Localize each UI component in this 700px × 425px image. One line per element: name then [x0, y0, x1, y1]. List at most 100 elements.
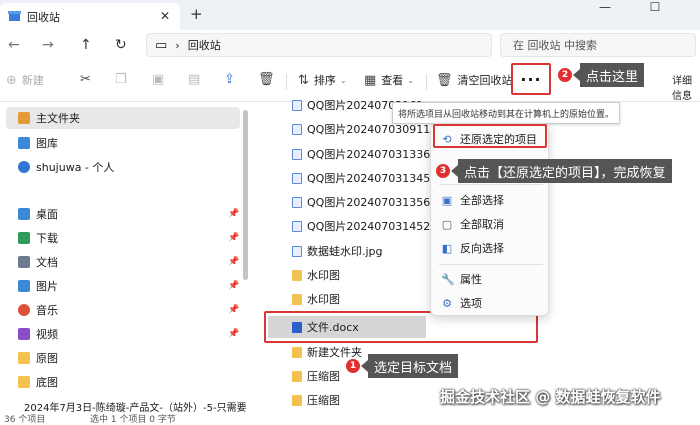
address-text: 回收站 — [187, 39, 221, 52]
title-bar: 回收站 ✕ + — ☐ — [0, 0, 700, 30]
view-button[interactable]: ▦ 查看 ⌄ — [364, 72, 414, 88]
menu-item-select-none[interactable]: ▢ 全部取消 — [441, 214, 504, 234]
image-file-icon — [292, 172, 302, 184]
file-name: 压缩图 — [307, 394, 340, 407]
menu-divider — [439, 264, 543, 265]
sidebar-item-base[interactable]: 底图 — [18, 372, 58, 392]
menu-item-label: 选项 — [460, 297, 482, 310]
chevron-right-icon: › — [175, 38, 180, 52]
maximize-button[interactable]: ☐ — [648, 0, 662, 14]
menu-item-properties[interactable]: 🔧 属性 — [441, 269, 482, 289]
image-file-icon — [292, 148, 302, 160]
list-item[interactable]: 水印图 — [292, 265, 340, 285]
step-badge-1: 1 — [346, 359, 360, 373]
minimize-button[interactable]: — — [598, 0, 612, 14]
pin-icon: 📌 — [228, 329, 240, 339]
back-button[interactable]: ← — [8, 37, 20, 53]
wrench-icon: 🔧 — [441, 272, 455, 286]
folder-icon — [292, 269, 302, 281]
list-item[interactable]: 水印图 — [292, 289, 340, 309]
list-item[interactable]: 数据蛙水印.jpg — [292, 241, 383, 261]
share-icon[interactable]: ⇪ — [224, 72, 240, 87]
monitor-icon: ▭ — [155, 37, 168, 53]
sidebar-item-onedrive[interactable]: shujuwa - 个人 — [18, 157, 114, 177]
pin-icon: 📌 — [228, 257, 240, 267]
sidebar-item-music[interactable]: 音乐 — [18, 300, 58, 320]
plus-circle-icon: ⊕ — [6, 72, 17, 88]
sidebar-scrollbar[interactable] — [243, 110, 248, 280]
menu-item-invert-selection[interactable]: ◧ 反向选择 — [441, 238, 504, 258]
rename-icon[interactable]: ▤ — [188, 72, 205, 87]
sort-button[interactable]: ⇅ 排序 ⌄ — [298, 72, 347, 88]
pin-icon: 📌 — [228, 305, 240, 315]
sidebar-item-downloads[interactable]: 下载 — [18, 228, 58, 248]
list-item[interactable]: 压缩图 — [292, 390, 340, 410]
restore-tooltip: 将所选项目从回收站移动到其在计算机上的原始位置。 — [392, 102, 620, 124]
cloud-icon — [18, 161, 30, 173]
empty-recycle-bin-button[interactable]: 🗑 清空回收站 — [436, 72, 513, 88]
copy-icon[interactable]: ❐ — [115, 72, 132, 87]
video-icon — [18, 328, 30, 340]
pin-icon: 📌 — [228, 209, 240, 219]
recycle-bin-icon — [8, 11, 21, 21]
sidebar-item-documents[interactable]: 文档 — [18, 252, 58, 272]
image-file-icon — [292, 99, 302, 111]
menu-item-label: 全部取消 — [460, 218, 504, 231]
more-options-menu: ⟲ 还原选定的项目 ▣ 全部选择 ▢ 全部取消 ◧ 反向选择 🔧 属性 ⚙ 选项 — [430, 123, 549, 316]
new-tab-button[interactable]: + — [190, 5, 203, 23]
download-icon — [18, 232, 30, 244]
trash-icon: 🗑 — [436, 72, 453, 88]
cut-icon[interactable]: ✂ — [80, 72, 96, 87]
up-button[interactable]: ↑ — [80, 37, 92, 53]
folder-icon — [18, 352, 30, 364]
forward-button[interactable]: → — [42, 37, 54, 53]
restore-highlight-box — [433, 124, 547, 148]
new-label: 新建 — [21, 74, 44, 87]
refresh-button[interactable]: ↻ — [115, 37, 127, 53]
menu-item-options[interactable]: ⚙ 选项 — [441, 293, 482, 313]
menu-item-label: 属性 — [460, 273, 482, 286]
sidebar-item-desktop[interactable]: 桌面 — [18, 204, 58, 224]
folder-icon — [292, 293, 302, 305]
sidebar-item-label: 图库 — [36, 137, 58, 150]
sidebar-item-label: 主文件夹 — [36, 112, 80, 125]
sort-icon: ⇅ — [298, 72, 309, 88]
list-item[interactable]: 压缩图 — [292, 366, 340, 386]
callout-2: 点击这里 — [572, 63, 645, 87]
selection-info: 选中 1 个项目 0 字节 — [90, 415, 176, 425]
delete-icon[interactable]: 🗑 — [258, 72, 280, 87]
sidebar-item-home[interactable]: 主文件夹 — [18, 108, 80, 128]
view-label: 查看 — [381, 74, 404, 87]
file-name: 数据蛙水印.jpg — [307, 245, 383, 258]
callout-1: 选定目标文档 — [360, 354, 459, 378]
document-icon — [18, 256, 30, 268]
sidebar-item-gallery[interactable]: 图库 — [18, 133, 58, 153]
address-bar[interactable]: ▭ › 回收站 — [146, 33, 492, 57]
view-icon: ▦ — [364, 72, 377, 88]
pin-icon: 📌 — [228, 281, 240, 291]
sidebar-item-label: 原图 — [36, 352, 58, 365]
sidebar-item-videos[interactable]: 视频 — [18, 324, 58, 344]
new-button[interactable]: ⊕ 新建 — [6, 72, 44, 88]
sidebar-item-label: 音乐 — [36, 304, 58, 317]
step-badge-3: 3 — [436, 164, 450, 178]
sidebar-item-label: 底图 — [36, 376, 58, 389]
more-options-button[interactable]: ··· — [511, 63, 551, 95]
paste-icon[interactable]: ▣ — [152, 72, 169, 87]
chevron-down-icon: ⌄ — [407, 75, 414, 85]
menu-item-select-all[interactable]: ▣ 全部选择 — [441, 190, 504, 210]
empty-label: 清空回收站 — [457, 74, 513, 87]
menu-divider — [439, 184, 543, 185]
desktop-icon — [18, 208, 30, 220]
sidebar-item-original[interactable]: 原图 — [18, 348, 58, 368]
sidebar-item-pictures[interactable]: 图片 — [18, 276, 58, 296]
folder-icon — [18, 376, 30, 388]
search-input[interactable]: 在 回收站 中搜索 — [500, 33, 696, 57]
image-file-icon — [292, 123, 302, 135]
image-file-icon — [292, 220, 302, 232]
step-badge-2: 2 — [558, 68, 572, 82]
tab-close-icon[interactable]: ✕ — [160, 9, 170, 23]
tab-recycle-bin[interactable]: 回收站 ✕ — [0, 3, 180, 30]
sidebar-item-label: 文档 — [36, 256, 58, 269]
sidebar-item-label: 图片 — [36, 280, 58, 293]
